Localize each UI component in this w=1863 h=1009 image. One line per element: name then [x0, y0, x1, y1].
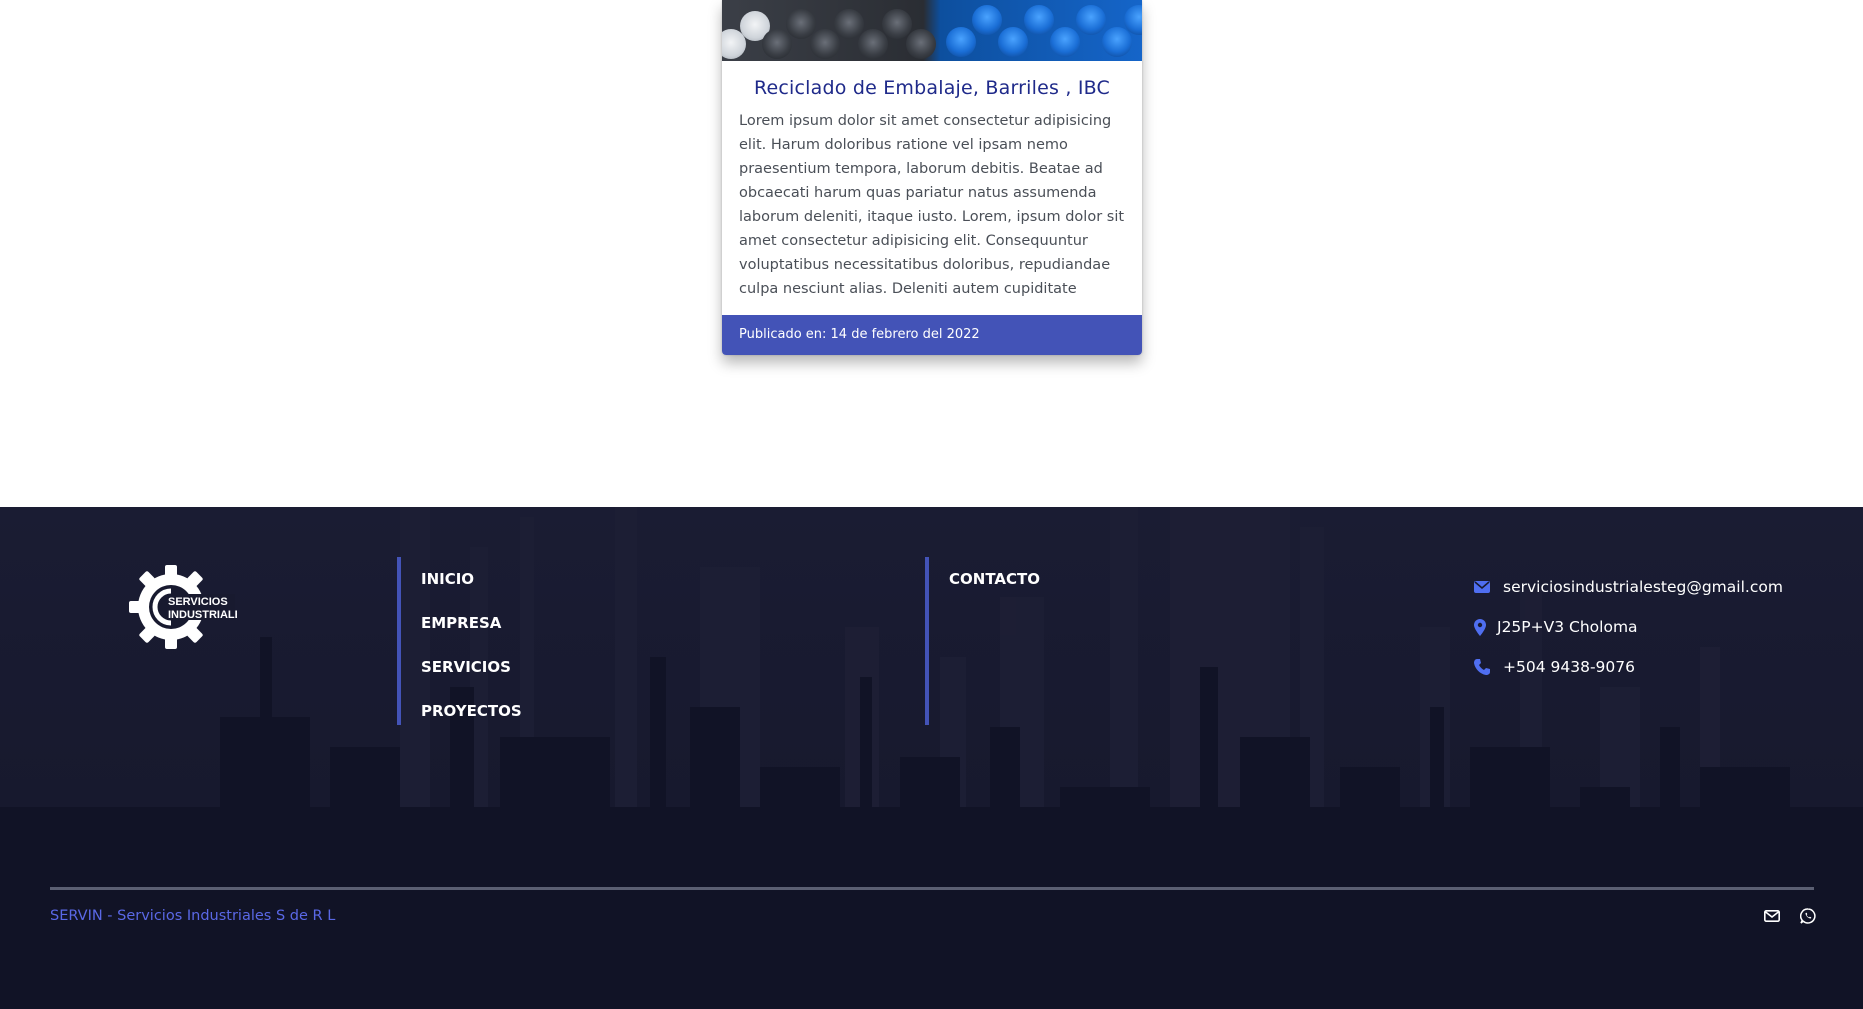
logo-text-1: SERVICIOS [168, 596, 228, 608]
footer-link-contacto[interactable]: CONTACTO [949, 557, 1040, 601]
footer-link-proyectos[interactable]: PROYECTOS [421, 689, 522, 733]
post-image [722, 0, 1142, 61]
barrel-shape [1076, 5, 1106, 35]
post-title[interactable]: Reciclado de Embalaje, Barriles , IBC [722, 77, 1142, 99]
barrel-shape [1050, 27, 1080, 57]
logo-text-2: INDUSTRIALES [168, 609, 237, 621]
footer-link-servicios[interactable]: SERVICIOS [421, 645, 522, 689]
barrel-shape [1102, 27, 1132, 57]
site-footer: SERVICIOS INDUSTRIALES INICIO EMPRESA SE… [0, 507, 1863, 1009]
copyright-link[interactable]: SERVIN - Servicios Industriales S de R L [50, 908, 335, 924]
barrel-shape [882, 9, 912, 39]
envelope-icon [1473, 578, 1491, 596]
contact-address-row: J25P+V3 Choloma [1473, 607, 1783, 647]
footer-link-inicio[interactable]: INICIO [421, 557, 522, 601]
gear-logo-icon: SERVICIOS INDUSTRIALES [129, 565, 249, 649]
footer-nav-secondary: CONTACTO [925, 557, 1040, 725]
barrel-shape [786, 9, 816, 39]
barrel-shape [810, 29, 840, 59]
post-excerpt: Lorem ipsum dolor sit amet consectetur a… [739, 113, 1125, 297]
footer-divider [50, 887, 1814, 890]
barrel-shape [998, 27, 1028, 57]
contact-address: J25P+V3 Choloma [1497, 618, 1638, 636]
barrel-shape [906, 29, 936, 59]
phone-icon [1473, 658, 1491, 676]
post-date: Publicado en: 14 de febrero del 2022 [722, 315, 1142, 355]
contact-phone[interactable]: +504 9438-9076 [1503, 658, 1635, 676]
company-logo[interactable]: SERVICIOS INDUSTRIALES [127, 561, 249, 653]
barrel-shape [858, 29, 888, 59]
barrel-shape [946, 27, 976, 57]
whatsapp-icon[interactable] [1799, 907, 1817, 925]
contact-email[interactable]: serviciosindustrialesteg@gmail.com [1503, 578, 1783, 596]
envelope-icon[interactable] [1763, 907, 1781, 925]
contact-email-row[interactable]: serviciosindustrialesteg@gmail.com [1473, 567, 1783, 607]
contact-phone-row[interactable]: +504 9438-9076 [1473, 647, 1783, 687]
post-card: Reciclado de Embalaje, Barriles , IBC Lo… [722, 0, 1142, 355]
barrel-shape [834, 9, 864, 39]
footer-link-empresa[interactable]: EMPRESA [421, 601, 522, 645]
barrel-shape [1024, 5, 1054, 35]
footer-nav-primary: INICIO EMPRESA SERVICIOS PROYECTOS [397, 557, 522, 725]
barrel-shape [972, 5, 1002, 35]
barrel-shape [762, 29, 792, 59]
contact-info: serviciosindustrialesteg@gmail.com J25P+… [1473, 567, 1783, 687]
social-links [1763, 907, 1817, 925]
map-pin-icon [1473, 618, 1487, 636]
